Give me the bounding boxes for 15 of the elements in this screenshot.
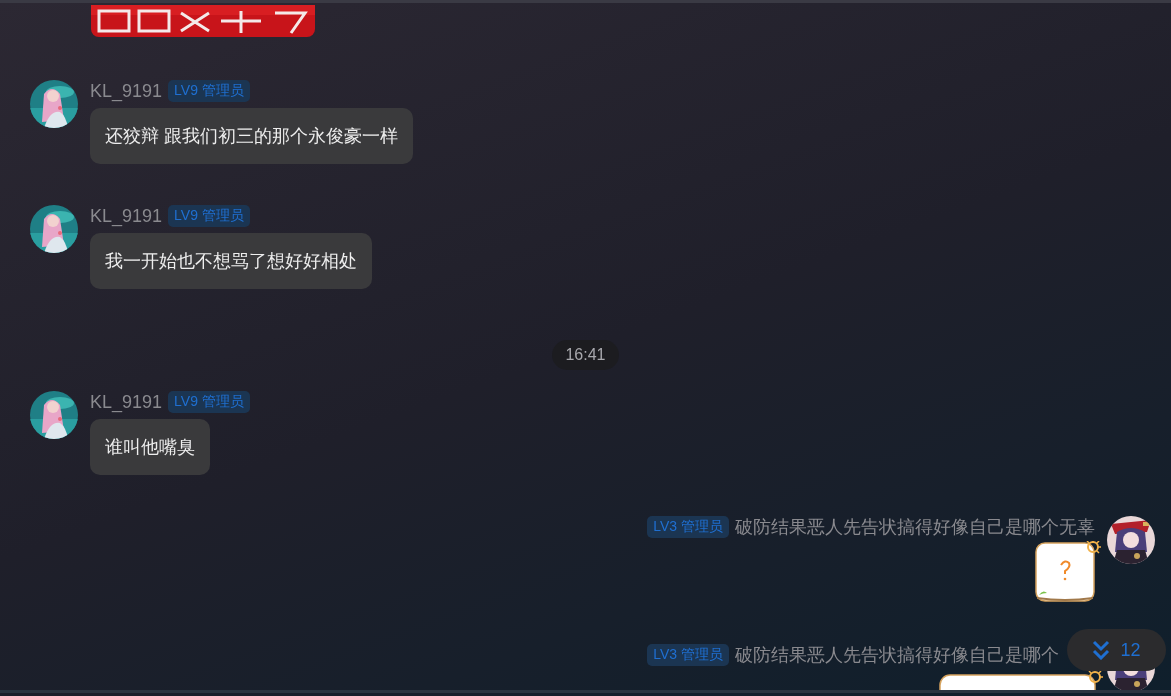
user-name: KL_9191 — [90, 80, 163, 102]
level-badge: LV9 管理员 — [168, 391, 250, 413]
level-badge: LV3 管理员 — [647, 644, 729, 666]
user-name: 破防结果恶人先告状搞得好像自己是哪个无辜 — [735, 516, 1095, 539]
level-badge: LV9 管理员 — [168, 205, 250, 227]
level-badge: LV3 管理员 — [647, 516, 729, 538]
timestamp: 16:41 — [552, 340, 619, 370]
user-name: KL_9191 — [90, 205, 163, 227]
double-chevron-down-icon — [1092, 640, 1111, 660]
level-badge: LV9 管理员 — [168, 80, 250, 102]
message-bubble: 还狡辩 跟我们初三的那个永俊豪一样 — [90, 108, 413, 164]
message-bubble: 谁叫他嘴臭 — [90, 419, 210, 475]
message-bubble: 我一开始也不想骂了想好好相处 — [90, 233, 372, 289]
user-name: KL_9191 — [90, 391, 163, 413]
user-name: 破防结果恶人先告状搞得好像自己是哪个 — [735, 644, 1059, 667]
